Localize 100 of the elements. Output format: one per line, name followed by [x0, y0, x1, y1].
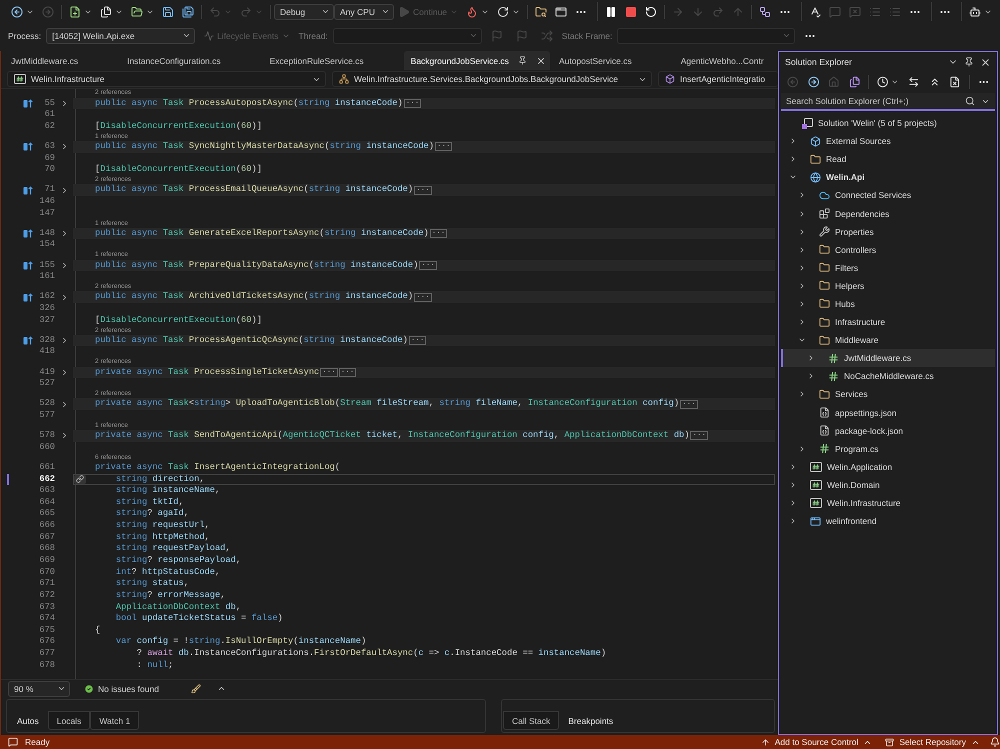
tree-item[interactable]: package-lock.json: [781, 422, 995, 440]
file-cross-icon: [949, 76, 960, 88]
line-number: 154: [38, 239, 55, 252]
bar-up-arrow-icon[interactable]: [22, 186, 32, 195]
bar-up-arrow-icon[interactable]: [22, 142, 32, 152]
editor-tab[interactable]: ExceptionRuleService.cs: [260, 51, 404, 70]
process-dropdown[interactable]: [14052] Welin.Api.exe: [46, 28, 196, 44]
project-dropdown[interactable]: Welin.Infrastructure: [7, 71, 326, 87]
panel-tab[interactable]: Call Stack: [503, 711, 560, 730]
line-number: 664: [38, 496, 55, 508]
chevron-right-icon[interactable]: [798, 318, 806, 326]
chevron-right-icon[interactable]: [789, 155, 797, 164]
file-braces-icon: [819, 425, 830, 436]
tree-item[interactable]: Solution 'Welin' (5 of 5 projects): [781, 114, 995, 132]
chevron-up-icon: [216, 684, 226, 693]
tree-item[interactable]: Program.cs: [781, 440, 995, 458]
box-icon: [810, 136, 821, 147]
tree-item[interactable]: Helpers: [781, 276, 995, 295]
blocks-icon: [819, 208, 830, 220]
bar-up-arrow-icon[interactable]: [22, 98, 32, 108]
tree-item[interactable]: Controllers: [781, 240, 995, 259]
chevron-right-icon[interactable]: [798, 444, 806, 453]
chevron-right-icon[interactable]: [798, 282, 806, 290]
line-number: 527: [38, 378, 55, 390]
folder-icon: [819, 298, 830, 310]
tree-item[interactable]: Welin.Domain: [781, 476, 995, 494]
process-label: Process:: [8, 30, 42, 40]
tree-item[interactable]: Dependencies: [781, 204, 995, 223]
add-to-source-control-button[interactable]: Add to Source Control: [758, 737, 876, 747]
pin-icon[interactable]: [518, 56, 527, 65]
chevron-right-icon[interactable]: [798, 390, 806, 398]
link-icon[interactable]: [74, 474, 86, 484]
tree-item[interactable]: Infrastructure: [781, 313, 995, 332]
folder-open-icon: [131, 6, 143, 18]
issues-indicator[interactable]: No issues found: [82, 684, 161, 694]
status-text: Ready: [25, 737, 50, 747]
chevron-right-icon[interactable]: [789, 462, 797, 471]
chevron-right-icon[interactable]: [798, 246, 806, 254]
tree-item[interactable]: Filters: [781, 258, 995, 277]
speech-bubble-x-icon: [849, 6, 862, 18]
zoom-dropdown[interactable]: 90 %: [8, 680, 70, 696]
folder-icon: [819, 316, 830, 328]
tree-item[interactable]: Welin.Application: [781, 458, 995, 476]
tree-item[interactable]: NoCacheMiddleware.cs: [781, 367, 995, 386]
platform-dropdown[interactable]: Any CPU: [334, 4, 394, 20]
tree-item[interactable]: Connected Services: [781, 186, 995, 204]
tree-item[interactable]: Properties: [781, 222, 995, 241]
chevron-right-icon[interactable]: [807, 372, 815, 380]
line-number: 662: [38, 474, 55, 486]
editor-tab[interactable]: BackgroundJobService.cs: [404, 51, 550, 70]
chevron-right-icon[interactable]: [798, 300, 806, 308]
bar-up-arrow-icon[interactable]: [22, 260, 32, 270]
select-repository-button[interactable]: Select Repository: [882, 737, 983, 747]
arrow-up-icon: [760, 738, 770, 746]
folder-icon: [819, 334, 830, 346]
chevron-right-icon[interactable]: [789, 499, 797, 508]
type-dropdown[interactable]: Welin.Infrastructure.Services.BackgroundJobs.BackgroundJobService: [332, 71, 652, 87]
configuration-dropdown[interactable]: Debug: [274, 4, 334, 20]
bar-up-arrow-icon[interactable]: [22, 229, 32, 238]
tree-item[interactable]: Middleware: [781, 331, 995, 350]
speech-bubble-icon[interactable]: [8, 737, 18, 747]
bell-icon[interactable]: [990, 737, 1000, 747]
code-line: private async Task InsertAgenticIntegrationLog(: [95, 462, 340, 474]
folder-icon: [819, 280, 830, 292]
tree-item[interactable]: Hubs: [781, 294, 995, 314]
bar-up-arrow-icon[interactable]: [22, 292, 32, 302]
member-dropdown[interactable]: InsertAgenticIntegratio: [658, 71, 778, 87]
panel-tab[interactable]: Locals: [48, 711, 90, 730]
close-icon[interactable]: [536, 56, 546, 66]
chevron-right-icon[interactable]: [798, 210, 806, 218]
pin-icon[interactable]: [964, 57, 974, 67]
speech-bubble-icon: [829, 6, 842, 18]
editor-tab[interactable]: InstanceConfiguration.cs: [118, 51, 261, 70]
tree-item[interactable]: Services: [781, 385, 995, 404]
tree-item[interactable]: Welin.Infrastructure: [781, 494, 995, 512]
search-icon[interactable]: [965, 96, 975, 106]
search-field[interactable]: Search Solution Explorer (Ctrl+;): [781, 93, 995, 111]
tree-item[interactable]: welinfrontend: [781, 512, 995, 530]
editor-tab[interactable]: AgenticWebho...Contr: [672, 51, 764, 70]
code-line: string? errorMessage,: [116, 590, 226, 602]
bar-up-arrow-icon[interactable]: [22, 336, 32, 346]
window-badge-icon: [802, 118, 813, 129]
editor-tab[interactable]: JwtMiddleware.cs: [2, 51, 118, 70]
line-number: 668: [38, 543, 55, 555]
panel-tab[interactable]: Watch 1: [90, 711, 140, 730]
chevron-right-icon[interactable]: [789, 517, 797, 526]
chevron-right-icon[interactable]: [789, 480, 797, 489]
tree-item[interactable]: Welin.Api: [781, 168, 995, 186]
code-line: [DisableConcurrentExecution(60)]: [95, 164, 262, 176]
chevron-right-icon[interactable]: [789, 137, 797, 146]
tree-item[interactable]: Read: [781, 150, 995, 168]
editor-tab[interactable]: AutopostService.cs: [550, 51, 672, 70]
chevron-right-icon[interactable]: [798, 264, 806, 272]
tree-item[interactable]: appsettings.json: [781, 404, 995, 422]
chevron-right-icon[interactable]: [798, 191, 806, 200]
tree-item[interactable]: JwtMiddleware.cs: [781, 349, 995, 368]
chevron-right-icon[interactable]: [807, 354, 815, 362]
chevron-right-icon[interactable]: [798, 228, 806, 236]
close-icon[interactable]: [980, 56, 991, 68]
tree-item[interactable]: External Sources: [781, 132, 995, 150]
